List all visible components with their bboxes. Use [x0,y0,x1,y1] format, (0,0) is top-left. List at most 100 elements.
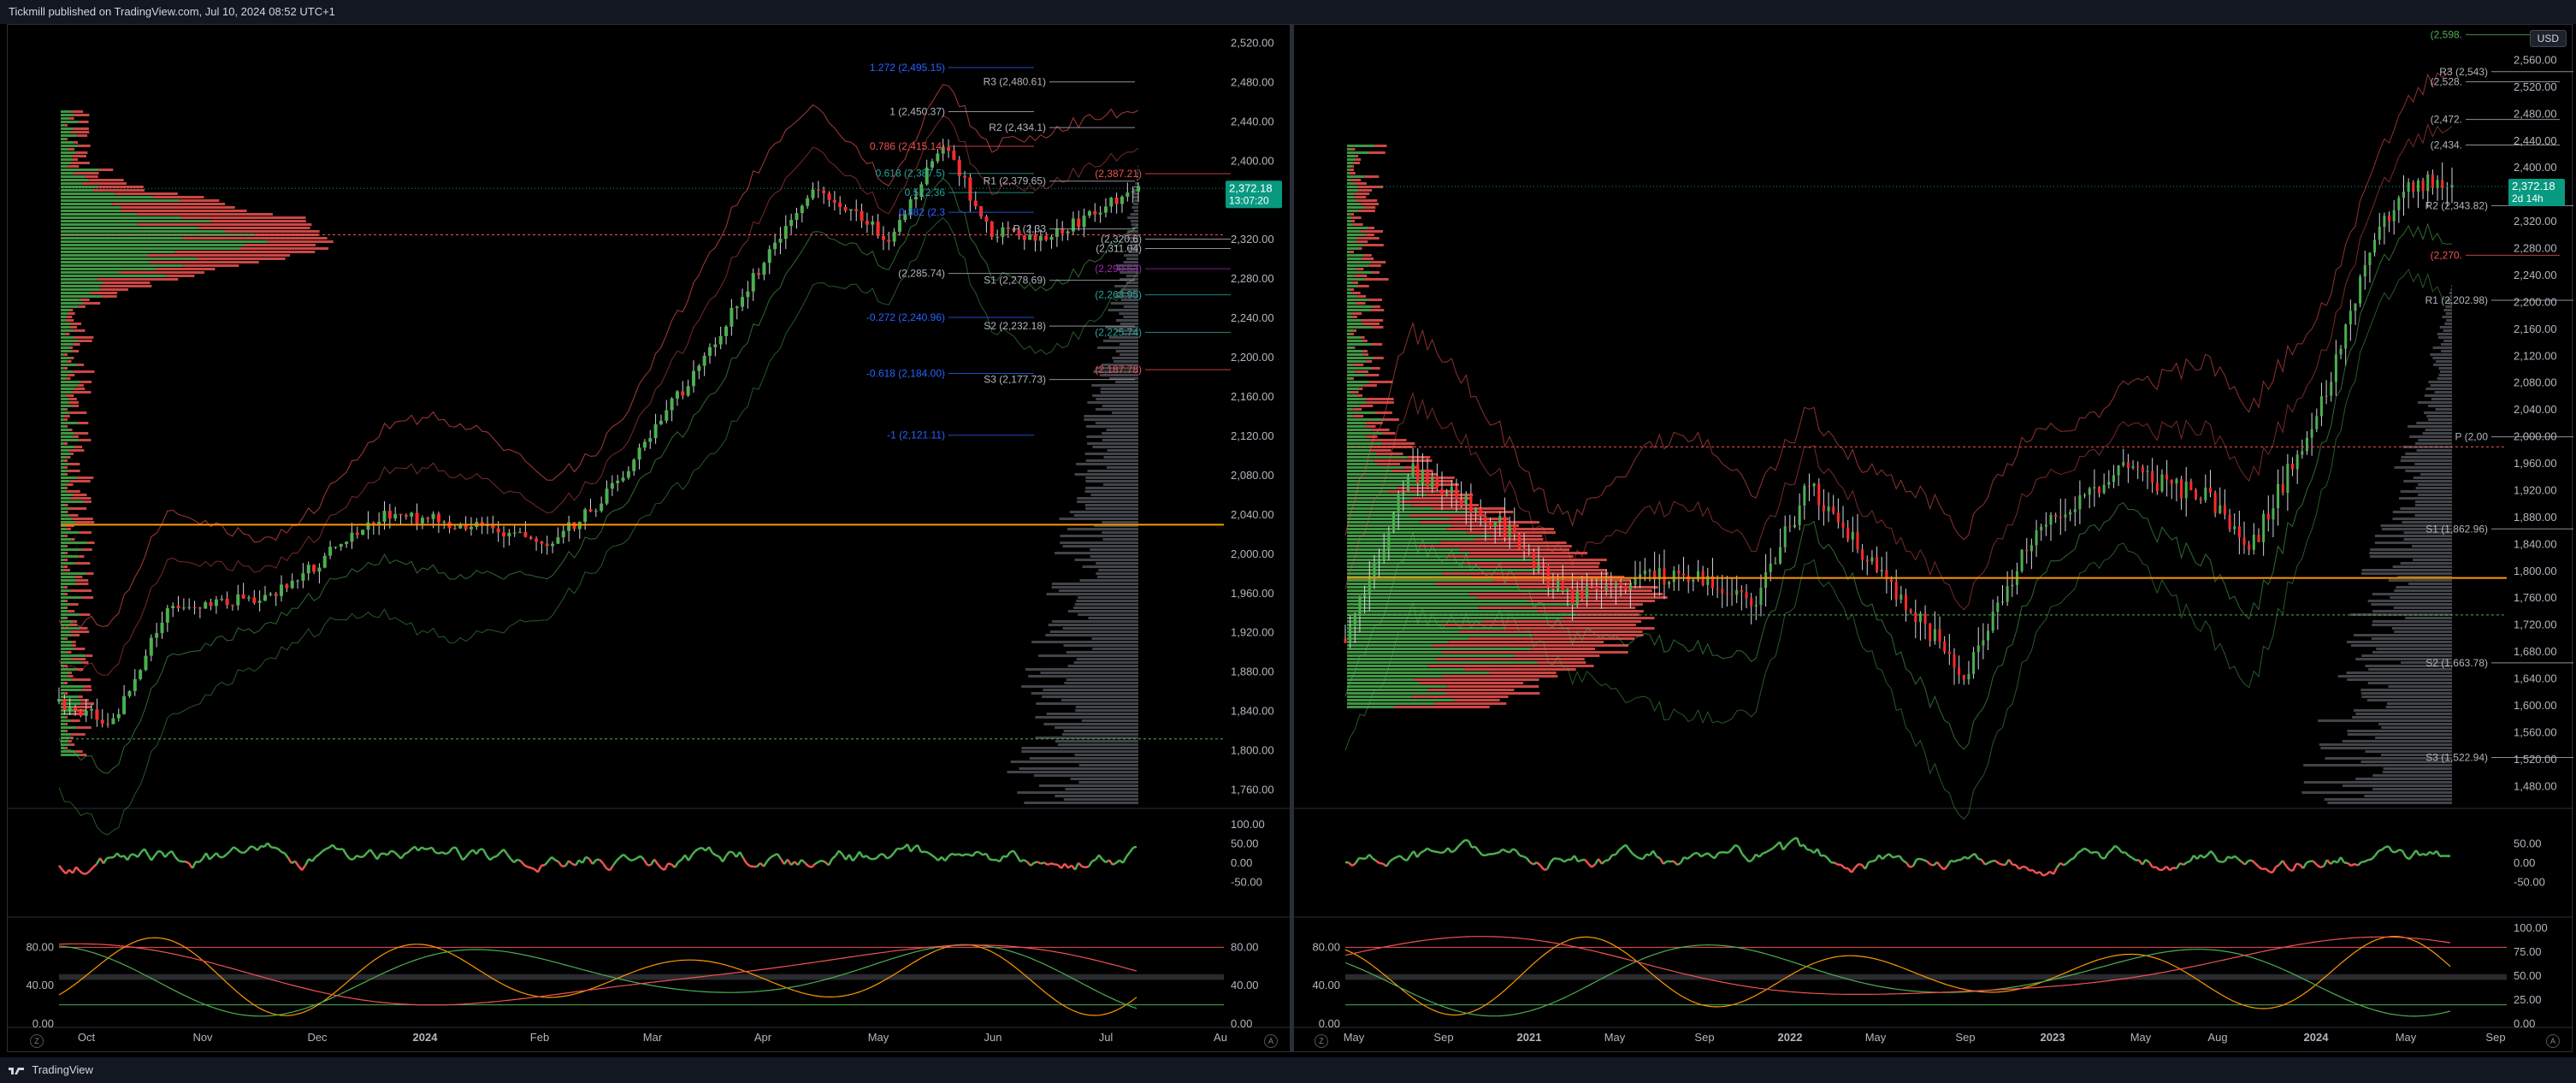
momentum-line [482,849,488,857]
momentum-line [510,858,515,864]
volume-profile-bar [61,466,65,469]
session-volume-bar [1084,453,1138,455]
momentum-line [1474,845,1480,852]
weekly-chart-panel[interactable]: 2,560.00 2,520.00 2,480.00 2,440.00 2,400.00… [1293,24,2573,1052]
volume-profile-bar [61,316,68,318]
momentum-line [250,845,255,849]
volume-profile-bar [61,237,183,240]
momentum-line [1624,843,1631,850]
zoom-icon[interactable]: Z [30,1034,44,1048]
candle-body [469,526,473,530]
candle-body [1938,629,1941,642]
momentum-line [1545,861,1552,870]
volume-profile-bar [61,459,64,462]
volume-profile-bar [61,511,66,513]
momentum-line [2007,859,2014,866]
volume-profile-bar [1347,524,1452,527]
session-volume-bar [1090,494,1138,496]
candle-body [1923,613,1927,624]
momentum-line [599,859,604,864]
candle-body [2397,198,2401,210]
candle-body [1493,521,1497,527]
session-volume-bar [2364,795,2452,797]
momentum-line [2083,847,2089,851]
volume-profile-bar [61,110,72,113]
volume-profile-bar [68,507,87,510]
volume-profile-bar [1427,665,1594,667]
volume-profile-bar [1347,685,1447,688]
momentum-line [441,851,446,855]
candle-body [2266,513,2270,520]
auto-scale-icon[interactable]: A [1264,1034,1278,1048]
momentum-line [958,853,963,857]
daily-chart-svg[interactable]: 2,520.002,480.002,440.002,400.002,360.00… [8,25,1291,1053]
momentum-line [1916,857,1921,861]
volume-profile-bar [1372,271,1380,274]
momentum-line [1454,845,1459,852]
momentum-line [1560,858,1565,863]
auto-scale-icon[interactable]: A [2546,1034,2560,1048]
momentum-line [79,870,84,875]
volume-profile-bar [77,134,88,137]
session-volume-bar [1069,511,1138,513]
momentum-line [1064,862,1069,869]
volume-profile-bar [61,343,74,346]
session-volume-bar [2431,398,2452,400]
session-volume-bar [2360,692,2452,695]
momentum-line [2313,860,2318,866]
candle-body [1392,512,1396,532]
volume-profile-bar [1347,439,1370,441]
candle-body [757,273,761,275]
zoom-icon[interactable]: Z [1315,1034,1328,1048]
y-axis-tick-label: 2,080.00 [1231,469,1274,482]
daily-chart-panel[interactable]: 2,520.002,480.002,440.002,400.002,360.00… [7,24,1291,1052]
momentum-line [729,850,734,854]
session-volume-bar [2422,432,2452,435]
volume-profile-bar [61,312,68,315]
momentum-line [2405,855,2410,861]
level-label: (2,290.53) [1095,263,1142,275]
volume-profile-bar [1347,504,1412,506]
volume-profile-bar [1347,535,1492,537]
candle-body [632,459,636,471]
volume-profile-bar [1347,148,1351,151]
momentum-line [1533,861,1538,866]
currency-button[interactable]: USD [2529,30,2567,47]
session-volume-bar [2405,453,2452,455]
volume-profile-bar [68,514,79,517]
volume-profile-bar [180,199,220,202]
candle-body [2151,470,2154,483]
session-volume-bar [2370,555,2452,558]
volume-profile-bar [61,210,121,212]
volume-profile-bar [65,511,68,513]
volume-profile-bar [64,692,68,695]
session-volume-bar [2392,518,2452,520]
volume-profile-bar [1362,257,1374,260]
weekly-chart-svg[interactable]: 2,560.002,520.002,480.002,440.002,400.00… [1294,25,2573,1053]
candle-body [2049,514,2053,525]
session-volume-bar [1096,572,1138,575]
session-volume-bar [2414,500,2452,503]
session-volume-bar [1055,552,1138,554]
volume-profile-bar [1467,531,1556,534]
session-volume-bar [2372,774,2452,777]
candle-body [1055,228,1059,237]
volume-profile-bar [61,360,68,363]
volume-profile-bar [61,487,66,489]
volume-profile-bar [61,514,69,517]
candle-body [551,543,555,547]
volume-profile-bar [1347,158,1356,161]
volume-profile-bar [61,453,71,455]
stoch-tick-label-left: 80.00 [1312,940,1340,953]
session-volume-bar [2425,388,2452,390]
candle-body [968,177,972,201]
candle-body [2416,180,2419,192]
volume-profile-bar [67,316,73,318]
candle-body [1827,506,1830,512]
volume-profile-bar [61,620,74,623]
volume-profile-bar [61,172,74,175]
candle-body [2078,494,2082,510]
volume-profile-bar [1347,251,1350,253]
volume-profile-bar [1347,648,1532,650]
volume-profile-bar [1352,316,1357,318]
